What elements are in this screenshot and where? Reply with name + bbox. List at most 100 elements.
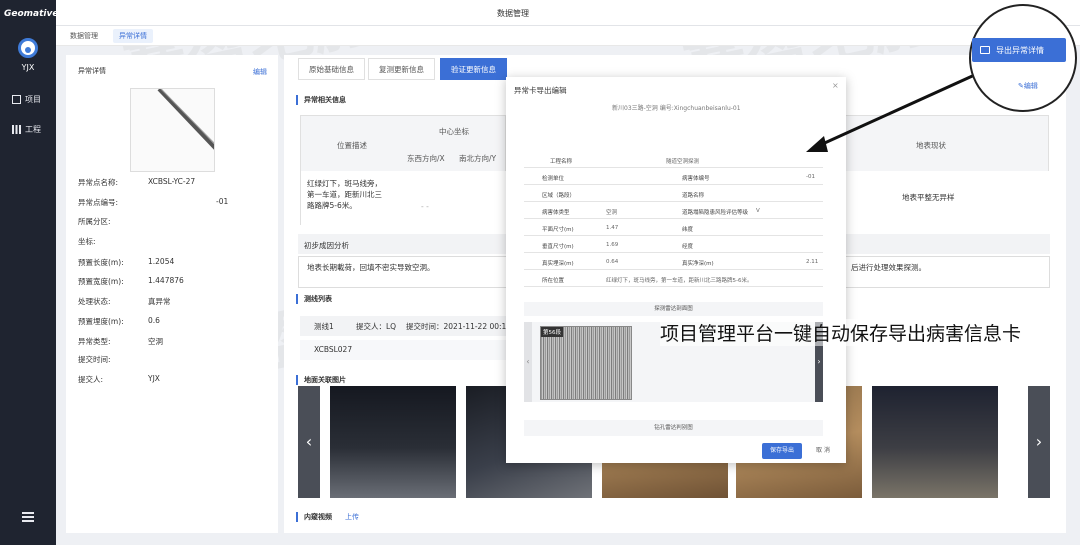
submit-time: 提交时间：2021-11-22 00:18: [406,322,506,331]
card-value[interactable]: 2.11 [806,259,818,265]
sidebar-item-project[interactable]: 项目 [12,94,41,105]
sidebar-item-label: 项目 [25,95,41,104]
list-item[interactable]: XCBSL027 [300,340,506,360]
cancel-button[interactable]: 取 消 [810,443,836,459]
save-export-button[interactable]: 保存导出 [762,443,802,459]
export-detail-button[interactable]: 导出异常详情 [972,38,1066,62]
avatar[interactable] [18,38,38,58]
anomaly-thumbnail[interactable] [130,88,215,172]
overlay-caption: 项目管理平台一键自动保存导出病害信息卡 [660,319,1022,346]
card-row: 病害体类型 空洞 道路塌陷隐患风险评估等级 V [524,204,823,219]
card-value[interactable]: -01 [806,174,815,180]
card-value[interactable]: 1.69 [606,242,618,248]
card-row: 垂直尺寸(m) 1.69 经度 [524,238,823,253]
prev-arrow-icon[interactable]: ‹ [524,322,532,402]
column-header: 中心坐标 [439,127,469,136]
analysis-label: 初步成因分析 [304,241,349,250]
tab-retest-info[interactable]: 复测更新信息 [368,58,435,80]
field-row: 提交时间: [78,354,111,365]
card-row: 所在位置 红绿灯下，斑马线旁，第一车道，距新川北三路路牌5-6米。 [524,272,823,287]
card-label: 检测单位 [542,176,565,182]
coordinate-value: - - [421,202,429,211]
card-value[interactable]: 空洞 [606,208,617,216]
breadcrumb [56,26,1080,46]
card-label: 病害体类型 [542,210,570,216]
menu-icon[interactable] [22,512,34,522]
card-label: 道路名称 [682,193,705,199]
card-label: 所在位置 [542,278,565,284]
card-value[interactable]: V [756,208,760,214]
next-arrow-icon[interactable]: › [1028,386,1050,498]
field-label: 异常点名称: [78,178,119,187]
breadcrumb-item-detail[interactable]: 异常详情 [113,29,153,43]
prev-arrow-icon[interactable]: ‹ [298,386,320,498]
analysis-text: 地表长期載荷，回填不密实导致空洞。 [307,263,435,272]
surface-status-value: 地表平整无异样 [902,193,955,202]
field-label: 预置宽度(m): [78,277,124,286]
card-label: 垂直尺寸(m) [542,244,574,250]
document-icon [12,95,21,104]
field-label: 所属分区: [78,217,111,226]
card-label: 道路塌陷隐患风险评估等级 [682,210,749,216]
page-title: 数据管理 [497,9,529,18]
folder-icon [980,46,990,54]
card-label: 纬度 [682,227,694,233]
sidebar [0,0,56,545]
field-value: YJX [148,374,160,383]
card-label: 区域（路段） [542,193,576,199]
section-title: 测线列表 [296,294,332,304]
field-label: 提交时间: [78,355,111,364]
card-value[interactable]: 红绿灯下，斑马线旁，第一车道，距新川北三路路牌5-6米。 [606,276,753,284]
card-value[interactable]: 隧道空洞探测 [666,157,699,165]
anomaly-info-table: 位置描述 中心坐标 东西方向/X 南北方向/Y 红绿灯下，斑马线旁，第一车道，距… [300,115,507,226]
field-value: 真异常 [148,297,171,306]
card-value[interactable]: 0.64 [606,259,618,265]
card-label: 经度 [682,244,694,250]
edit-link[interactable]: 编辑 [253,67,267,77]
card-row: 平面尺寸(m) 1.47 纬度 [524,221,823,236]
export-label: 导出异常详情 [996,45,1044,55]
survey-line: 测线1 [314,322,334,331]
location-text: 红绿灯下，斑马线旁，第一车道，距新川北三路路牌5-6米。 [307,179,382,210]
survey-code: XCBSL027 [314,345,353,354]
username: YJX [21,63,35,72]
field-label: 处理状态: [78,297,111,306]
breadcrumb-item-data[interactable]: 数据管理 [70,31,98,41]
edit-link[interactable]: ✎编辑 [1018,81,1038,91]
gpr-image[interactable] [540,326,632,400]
column-header: 东西方向/X [407,154,445,163]
field-label: 预置长度(m): [78,258,124,267]
tab-verify-info[interactable]: 验证更新信息 [440,58,507,80]
panel-title: 异常详情 [78,67,106,75]
sidebar-item-engineering[interactable]: 工程 [12,124,41,135]
field-value: -01 [216,197,229,206]
field-row: 提交人: YJX [78,374,160,385]
column-header: 位置描述 [337,141,367,150]
field-row: 坐标: [78,236,96,247]
gpr-tag: 第56段 [541,327,563,337]
sidebar-item-label: 工程 [25,125,41,134]
card-value[interactable]: 1.47 [606,225,618,231]
top-bar [56,0,1080,26]
card-label: 真实埋深(m) [542,261,574,267]
field-label: 坐标: [78,237,96,246]
edit-label: 编辑 [1023,82,1038,90]
section-title: 异常相关信息 [296,95,346,105]
field-row: 预置宽度(m): 1.447876 [78,276,184,287]
photo-thumbnail[interactable] [330,386,456,498]
gpr-section-label: 探测雷达剖面图 [524,302,823,316]
card-row: 区域（路段） 道路名称 [524,187,823,202]
photo-thumbnail[interactable] [872,386,998,498]
card-label: 病害体编号 [682,176,710,182]
tab-original-info[interactable]: 原始基础信息 [298,58,365,80]
analysis-text-right: 后进行处理效果探测。 [851,263,926,272]
upload-link[interactable]: 上传 [345,512,359,522]
list-item[interactable]: 测线1 提交人：LQ 提交时间：2021-11-22 00:18: [300,316,506,336]
field-row: 异常点名称: XCBSL-YC-27 [78,177,195,188]
card-row: 检测单位 病害体编号 -01 [524,170,823,185]
field-row: 异常类型: 空洞 [78,336,163,347]
card-label: 平面尺寸(m) [542,227,574,233]
dialog-title: 异常卡导出编辑 [514,86,567,95]
callout-arrow [806,66,991,152]
field-value: XCBSL-YC-27 [148,177,196,186]
